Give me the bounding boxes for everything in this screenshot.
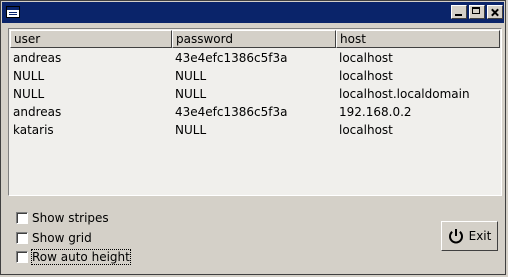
maximize-button[interactable] (469, 5, 485, 19)
table-row[interactable]: NULL NULL localhost.localdomain (10, 85, 500, 103)
show-stripes-checkbox[interactable]: Show stripes (16, 210, 109, 226)
cell-password: 43e4efc1386c5f3a (175, 105, 288, 119)
power-icon (448, 229, 463, 244)
cell-host: localhost.localdomain (339, 87, 470, 101)
title-bar[interactable] (2, 2, 504, 23)
close-button[interactable] (487, 5, 503, 19)
cell-password: NULL (175, 69, 207, 83)
table-header: user password host (10, 30, 500, 48)
row-auto-height-label: Row auto height (31, 249, 131, 265)
table-row[interactable]: NULL NULL localhost (10, 67, 500, 85)
row-auto-height-checkbox[interactable]: Row auto height (16, 249, 131, 265)
cell-user: kataris (13, 123, 54, 137)
show-grid-checkbox[interactable]: Show grid (16, 230, 92, 246)
show-grid-label: Show grid (32, 231, 92, 245)
cell-password: NULL (175, 87, 207, 101)
column-header-password[interactable]: password (172, 30, 336, 48)
app-window: user password host andreas 43e4efc1386c5… (0, 0, 506, 275)
cell-user: NULL (13, 69, 45, 83)
window-menu-icon[interactable] (6, 6, 20, 18)
cell-user: NULL (13, 87, 45, 101)
table-row[interactable]: andreas 43e4efc1386c5f3a 192.168.0.2 (10, 103, 500, 121)
column-header-host[interactable]: host (336, 30, 500, 48)
checkbox-box[interactable] (16, 251, 28, 263)
cell-host: 192.168.0.2 (339, 105, 412, 119)
minimize-button[interactable] (451, 5, 467, 19)
cell-password: NULL (175, 123, 207, 137)
show-stripes-label: Show stripes (32, 211, 109, 225)
table-row[interactable]: kataris NULL localhost (10, 121, 500, 139)
column-header-user[interactable]: user (10, 30, 172, 48)
cell-user: andreas (13, 51, 62, 65)
cell-host: localhost (339, 123, 393, 137)
table-body: andreas 43e4efc1386c5f3a localhost NULL … (10, 49, 500, 139)
cell-user: andreas (13, 105, 62, 119)
checkbox-box[interactable] (16, 212, 28, 224)
exit-label: Exit (468, 229, 492, 243)
cell-password: 43e4efc1386c5f3a (175, 51, 288, 65)
cell-host: localhost (339, 69, 393, 83)
table-row[interactable]: andreas 43e4efc1386c5f3a localhost (10, 49, 500, 67)
cell-host: localhost (339, 51, 393, 65)
exit-button[interactable]: Exit (441, 221, 498, 251)
checkbox-box[interactable] (16, 232, 28, 244)
users-table: user password host andreas 43e4efc1386c5… (8, 28, 502, 196)
